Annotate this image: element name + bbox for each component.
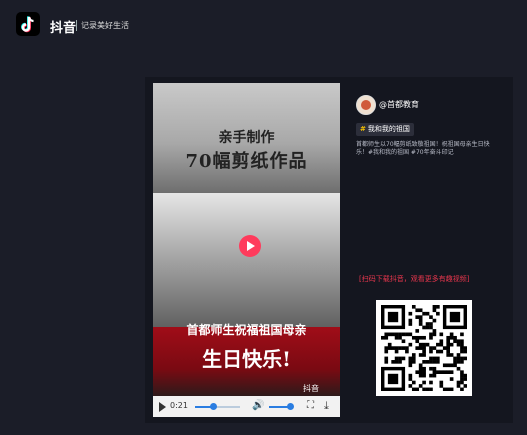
author-username[interactable]: @首都教育	[379, 99, 419, 110]
volume-track[interactable]	[269, 406, 289, 408]
qr-code-icon	[376, 300, 472, 396]
tiktok-logo-icon[interactable]	[16, 12, 40, 36]
video-player[interactable]: 亲手制作 70幅剪纸作品 首都师生祝福祖国母亲 生日快乐! 抖音	[153, 83, 340, 417]
video-caption-line1: 亲手制作	[218, 130, 275, 146]
header: 抖音 记录美好生活	[0, 0, 527, 46]
header-divider	[76, 20, 77, 31]
volume-icon[interactable]: 🔊	[252, 400, 264, 411]
video-caption-line4: 生日快乐!	[202, 347, 291, 371]
video-description: 首都师生以70幅剪纸致敬祖国！祝祖国母亲生日快乐！#我和我的祖国 #70年奋斗印…	[356, 141, 490, 156]
current-time: 0:21	[170, 401, 188, 410]
play-icon[interactable]	[159, 402, 166, 412]
download-icon[interactable]: ⤓	[324, 399, 329, 413]
brand-name[interactable]: 抖音	[50, 17, 76, 36]
download-promo-text: [扫码下载抖音，观看更多有趣视频]	[359, 275, 470, 283]
avatar[interactable]	[356, 95, 376, 115]
hashtag-icon: #	[360, 125, 366, 133]
video-caption-line2: 70幅剪纸作品	[185, 151, 308, 172]
fullscreen-icon[interactable]: ⛶	[307, 400, 314, 411]
brand-slogan: 记录美好生活	[81, 21, 129, 30]
video-caption-line3: 首都师生祝福祖国母亲	[186, 323, 307, 337]
video-frame-group-photo	[153, 193, 340, 413]
video-watermark: 抖音	[303, 384, 319, 393]
video-play-button[interactable]	[239, 235, 261, 257]
progress-knob[interactable]	[210, 403, 217, 410]
volume-knob[interactable]	[287, 403, 294, 410]
avatar-logo-icon	[361, 100, 371, 110]
hashtag-badge[interactable]: # 我和我的祖国	[356, 123, 414, 136]
video-controls: 0:21 🔊 ⛶ ⤓	[153, 396, 340, 417]
hashtag-label: 我和我的祖国	[367, 125, 410, 133]
